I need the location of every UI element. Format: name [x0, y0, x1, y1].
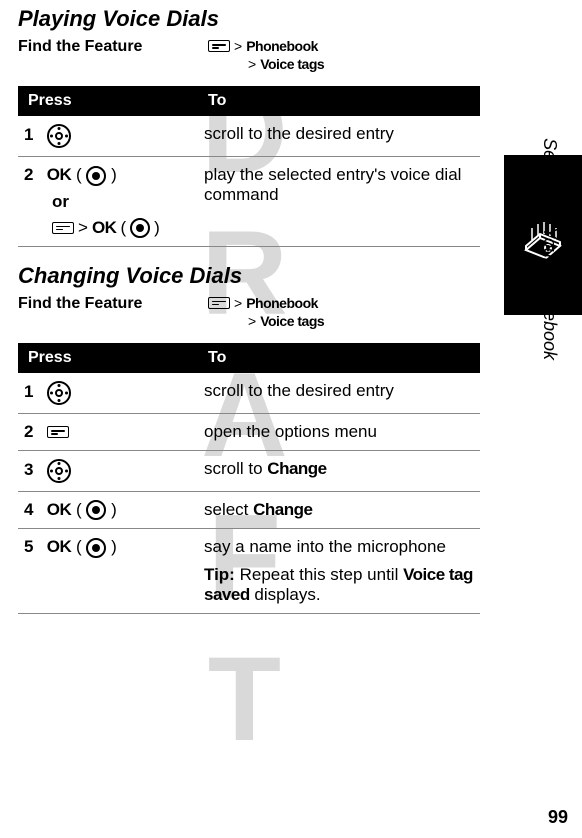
step-description: play the selected entry's voice dial com… [198, 157, 480, 247]
step-number: 1 [24, 382, 42, 402]
center-button-icon [86, 538, 106, 558]
table-row: 4 OK ( ) select Change [18, 491, 480, 529]
nav-ring-icon [47, 124, 71, 148]
center-button-icon [86, 500, 106, 520]
paren-close: ) [111, 165, 117, 184]
col-press: Press [18, 343, 198, 373]
path-phonebook: Phonebook [246, 295, 318, 311]
nav-ring-icon [47, 381, 71, 405]
side-running-title: Setting Up Your Phonebook [539, 138, 560, 360]
step-description: say a name into the microphone Tip: Repe… [198, 529, 480, 614]
step-description: scroll to Change [198, 450, 480, 491]
step-description: scroll to the desired entry [198, 373, 480, 414]
table-row: 2 OK ( ) or > OK ( ) play the select [18, 157, 480, 247]
paren-open: ( [76, 537, 82, 556]
paren-open: ( [76, 500, 82, 519]
step-description: scroll to the desired entry [198, 116, 480, 157]
feature-path: > Phonebook > Voice tags [208, 295, 324, 331]
ok-label: OK [47, 165, 72, 184]
col-press: Press [18, 86, 198, 116]
ok-label: OK [47, 537, 72, 556]
feature-path: > Phonebook > Voice tags [208, 38, 324, 74]
table-row: 2 open the options menu [18, 413, 480, 450]
find-feature-label: Find the Feature [18, 38, 208, 56]
or-label: or [52, 192, 192, 212]
find-feature-playing: Find the Feature > Phonebook > Voice tag… [18, 38, 480, 74]
section-title-playing: Playing Voice Dials [18, 6, 480, 32]
page-number: 99 [548, 807, 568, 828]
nav-ring-icon [47, 459, 71, 483]
table-row: 5 OK ( ) say a name into the microphone … [18, 529, 480, 614]
path-voice-tags: Voice tags [260, 56, 324, 72]
paren-close: ) [154, 218, 160, 238]
table-row: 1 scroll to the desired entry [18, 116, 480, 157]
gt-sep: > [234, 295, 242, 311]
gt-sep: > [248, 56, 256, 72]
ok-label: OK [92, 218, 117, 238]
step-description: select Change [198, 491, 480, 529]
paren-close: ) [111, 500, 117, 519]
step-number: 2 [24, 422, 42, 442]
col-to: To [198, 343, 480, 373]
step-description: open the options menu [198, 413, 480, 450]
step-number: 1 [24, 125, 42, 145]
gt-sep: > [234, 38, 242, 54]
find-feature-changing: Find the Feature > Phonebook > Voice tag… [18, 295, 480, 331]
step-number: 2 [24, 165, 42, 185]
gt-sep: > [248, 313, 256, 329]
menu-icon [208, 40, 230, 52]
table-row: 1 scroll to the desired entry [18, 373, 480, 414]
path-voice-tags: Voice tags [260, 313, 324, 329]
paren-close: ) [111, 537, 117, 556]
gt-sep: > [78, 218, 88, 238]
path-phonebook: Phonebook [246, 38, 318, 54]
paren-open: ( [120, 218, 126, 238]
table-row: 3 scroll to Change [18, 450, 480, 491]
step-number: 5 [24, 537, 42, 557]
step-number: 3 [24, 460, 42, 480]
menu-icon [47, 426, 69, 438]
paren-open: ( [76, 165, 82, 184]
steps-table-playing: Press To 1 scroll to the desired entry 2… [18, 86, 480, 247]
center-button-icon [130, 218, 150, 238]
find-feature-label: Find the Feature [18, 295, 208, 313]
tip-label: Tip: [204, 565, 235, 584]
step-number: 4 [24, 500, 42, 520]
page-content: Playing Voice Dials Find the Feature > P… [0, 0, 480, 614]
section-title-changing: Changing Voice Dials [18, 263, 480, 289]
steps-table-changing: Press To 1 scroll to the desired entry 2… [18, 343, 480, 615]
col-to: To [198, 86, 480, 116]
center-button-icon [86, 166, 106, 186]
menu-icon [208, 297, 230, 309]
ok-label: OK [47, 500, 72, 519]
menu-icon [52, 222, 74, 234]
